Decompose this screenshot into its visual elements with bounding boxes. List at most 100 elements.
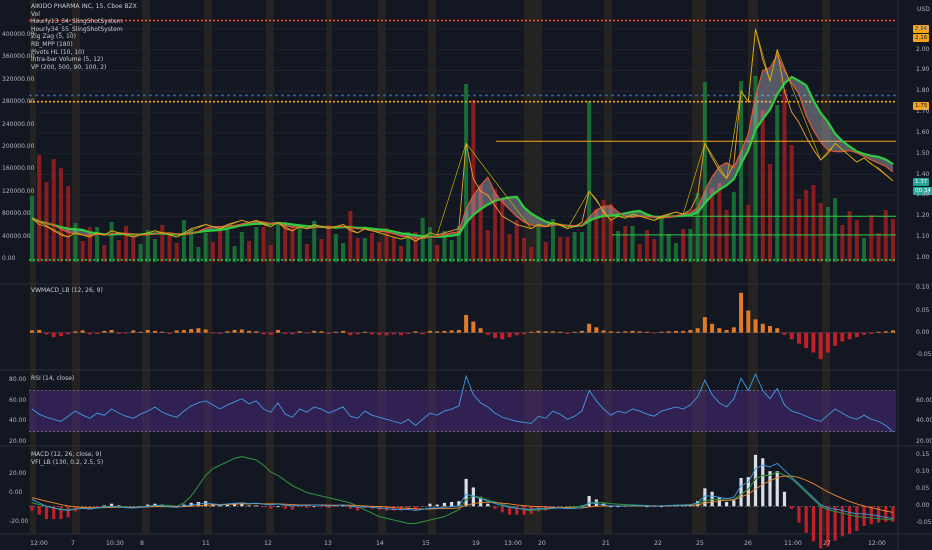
vwmacd-bar	[833, 332, 838, 346]
volume-bar	[854, 220, 859, 262]
volume-bar	[789, 145, 794, 262]
volume-bar	[370, 233, 375, 262]
volume-bar	[811, 185, 816, 262]
vwmacd-bar	[181, 329, 186, 333]
vwmacd-bar	[500, 332, 505, 340]
vwmacd-bar	[891, 330, 895, 333]
legend-item[interactable]: RB_MPP (180)	[31, 41, 137, 49]
vwmacd-bar	[276, 329, 280, 333]
volume-bar	[326, 225, 331, 262]
vwmacd-tick-label: 0.05	[916, 306, 930, 314]
volume-bar	[796, 199, 801, 262]
volume-tick-label: 160000.00	[2, 165, 35, 173]
legend-item[interactable]: Hourly34_55_SlingShotSystem	[31, 26, 137, 34]
vwmacd-bar	[109, 329, 114, 333]
x-tick-label: 15	[422, 540, 430, 547]
macd-histogram-bar	[30, 506, 34, 511]
vwmacd-bar	[145, 329, 150, 333]
volume-bar	[355, 238, 360, 262]
vwmacd-bar	[717, 328, 722, 333]
vwmacd-bar	[268, 332, 273, 335]
vwmacd-bar	[543, 331, 548, 333]
x-tick-label: 12:00	[868, 540, 886, 547]
volume-bar	[153, 239, 157, 262]
volume-bar	[225, 228, 230, 262]
vwmacd-bar	[297, 331, 302, 333]
x-tick-label: 10:30	[106, 540, 124, 547]
vwmacd-bar	[413, 331, 418, 333]
macd-histogram-bar	[587, 496, 591, 507]
vwmacd-bar	[153, 330, 157, 333]
macd-histogram-bar	[37, 506, 41, 515]
price-tick-label: 1.90	[916, 66, 930, 74]
chart-title: AIKIDO PHARMA INC, 15, Cboe BZX	[31, 3, 137, 10]
vwmacd-bar	[536, 330, 541, 333]
volume-bar	[840, 225, 845, 262]
volume-bar	[218, 228, 223, 262]
volume-bar	[181, 220, 186, 262]
price-tick-label: 1.10	[916, 233, 930, 241]
macd-histogram-bar	[290, 506, 295, 510]
vwmacd-bar	[550, 331, 555, 333]
vwmacd-title[interactable]: VWMACD_LB (12, 26, 9)	[31, 287, 103, 294]
legend-item[interactable]: Hourly13_34_SlingShotSystem	[31, 18, 137, 26]
volume-bar	[623, 226, 628, 262]
x-tick-label: 19	[472, 540, 480, 547]
volume-bar	[210, 242, 215, 262]
vwmacd-bar	[724, 329, 729, 333]
legend-item[interactable]: VP (200, 500, 90, 100, 2)	[31, 64, 137, 72]
macd-histogram-bar	[334, 506, 338, 508]
vwmacd-bar	[160, 331, 165, 333]
volume-bar	[522, 238, 526, 262]
volume-bar	[131, 235, 136, 262]
price-tick-label: 1.30	[916, 191, 930, 199]
volume-bar	[543, 242, 548, 262]
legend-item[interactable]: intra-bar Volume (5, 12)	[31, 56, 137, 64]
session-band	[822, 0, 830, 534]
price-tick-label: 1.50	[916, 149, 930, 157]
vwmacd-tick-label: -0.05	[916, 350, 932, 358]
macd-histogram-bar	[724, 502, 729, 507]
volume-bar	[427, 227, 432, 262]
vwmacd-bar	[362, 331, 367, 333]
vwmacd-bar	[471, 321, 476, 333]
price-tick-label: 1.70	[916, 108, 930, 116]
macd-title[interactable]: MACD (12, 26, close, 9)	[31, 451, 102, 458]
rsi-tick-label: 60.00	[916, 396, 932, 404]
volume-tick-label: 40000.00	[2, 232, 31, 240]
macd-histogram-bar	[797, 506, 801, 523]
rsi-band	[29, 390, 896, 432]
macd-histogram-bar	[775, 471, 779, 507]
legend-item[interactable]: Pivots HL (10, 10)	[31, 49, 137, 57]
vwmacd-bar	[131, 330, 136, 333]
vwmacd-bar	[768, 326, 772, 333]
vwmacd-bar	[746, 310, 751, 333]
vwmacd-bar	[326, 332, 331, 334]
volume-bar	[514, 220, 519, 262]
vwmacd-bar	[319, 331, 324, 333]
vwmacd-bar	[333, 331, 338, 333]
macd-histogram-bar	[768, 471, 772, 507]
rsi-title[interactable]: RSI (14, close)	[31, 375, 74, 382]
session-band	[524, 0, 542, 534]
volume-bar	[775, 105, 780, 262]
volume-bar	[276, 222, 280, 262]
macd-histogram-bar	[276, 506, 280, 508]
main-legend: AIKIDO PHARMA INC, 15, Cboe BZX Vol Hour…	[31, 3, 137, 71]
volume-tick-label: 280000.00	[2, 98, 35, 106]
legend-item[interactable]: Vol	[31, 11, 137, 19]
vfi-tick-label: -20.00	[9, 518, 29, 525]
vfi-title[interactable]: VFI_LB (130, 0.2, 2.5, 5)	[31, 459, 103, 466]
macd-tick-label: 0.10	[916, 468, 930, 475]
macd-histogram-bar	[450, 502, 454, 507]
x-tick-label: 8	[140, 540, 144, 547]
vwmacd-bar	[579, 330, 584, 333]
vfi-tick-label: 20.00	[9, 470, 27, 477]
chart-svg	[0, 0, 932, 550]
legend-item[interactable]: Zig Zag (5, 10)	[31, 33, 137, 41]
macd-histogram-bar	[442, 502, 447, 507]
volume-bar	[768, 164, 772, 262]
macd-histogram-bar	[218, 505, 222, 507]
volume-tick-label: 240000.00	[2, 120, 35, 128]
vwmacd-bar	[753, 319, 758, 333]
